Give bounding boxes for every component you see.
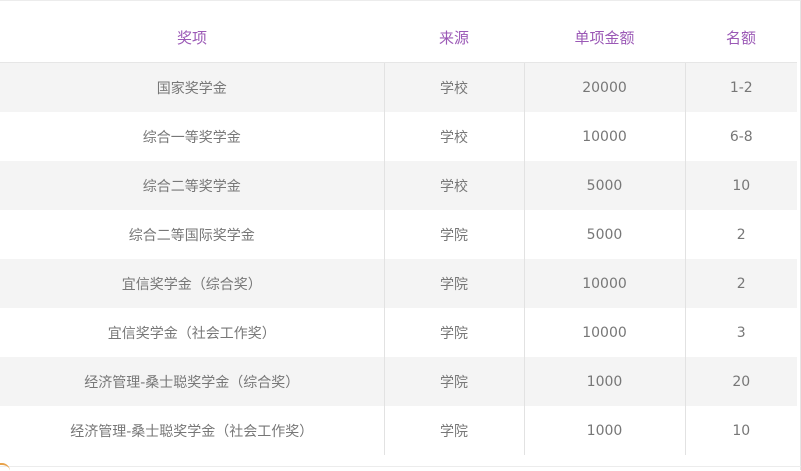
table-header: 奖项 来源 单项金额 名额 bbox=[0, 12, 797, 63]
amount-cell: 20000 bbox=[523, 62, 685, 112]
table-row: 宜信奖学金（社会工作奖） 学院 10000 3 bbox=[0, 308, 797, 357]
quota-cell: 20 bbox=[684, 357, 797, 406]
table-row: 综合一等奖学金 学校 10000 6-8 bbox=[0, 112, 797, 161]
quota-cell: 10 bbox=[684, 161, 797, 210]
amount-cell: 10000 bbox=[523, 259, 685, 308]
award-cell: 国家奖学金 bbox=[0, 62, 384, 112]
award-cell: 经济管理-桑士聪奖学金（社会工作奖） bbox=[0, 406, 384, 455]
amount-cell: 1000 bbox=[523, 406, 685, 455]
header-quota: 名额 bbox=[685, 12, 797, 63]
source-cell: 学院 bbox=[383, 259, 524, 308]
table-row: 经济管理-桑士聪奖学金（社会工作奖） 学院 1000 10 bbox=[0, 406, 797, 455]
award-cell: 宜信奖学金（社会工作奖） bbox=[0, 308, 384, 357]
scholarship-table: 奖项 来源 单项金额 名额 国家奖学金 学校 20000 1-2 综合一等奖学金… bbox=[0, 12, 797, 455]
award-cell: 综合二等国际奖学金 bbox=[0, 210, 384, 259]
award-cell: 宜信奖学金（综合奖） bbox=[0, 259, 384, 308]
quota-cell: 2 bbox=[684, 259, 797, 308]
table-container: 奖项 来源 单项金额 名额 国家奖学金 学校 20000 1-2 综合一等奖学金… bbox=[0, 0, 801, 470]
header-amount: 单项金额 bbox=[524, 12, 685, 63]
quota-cell: 6-8 bbox=[684, 112, 797, 161]
quota-cell: 2 bbox=[684, 210, 797, 259]
source-cell: 学院 bbox=[383, 406, 524, 455]
source-cell: 学院 bbox=[383, 308, 524, 357]
source-cell: 学院 bbox=[383, 210, 524, 259]
table-row: 经济管理-桑士聪奖学金（综合奖） 学院 1000 20 bbox=[0, 357, 797, 406]
table-body: 国家奖学金 学校 20000 1-2 综合一等奖学金 学校 10000 6-8 … bbox=[0, 62, 797, 455]
header-award: 奖项 bbox=[0, 12, 384, 63]
amount-cell: 1000 bbox=[523, 357, 685, 406]
source-cell: 学校 bbox=[383, 112, 524, 161]
quota-cell: 3 bbox=[684, 308, 797, 357]
award-cell: 综合二等奖学金 bbox=[0, 161, 384, 210]
award-cell: 综合一等奖学金 bbox=[0, 112, 384, 161]
table-row: 综合二等奖学金 学校 5000 10 bbox=[0, 161, 797, 210]
amount-cell: 10000 bbox=[523, 308, 685, 357]
amount-cell: 10000 bbox=[523, 112, 685, 161]
source-cell: 学院 bbox=[383, 357, 524, 406]
award-cell: 经济管理-桑士聪奖学金（综合奖） bbox=[0, 357, 384, 406]
source-cell: 学校 bbox=[383, 161, 524, 210]
table-row: 综合二等国际奖学金 学院 5000 2 bbox=[0, 210, 797, 259]
source-cell: 学校 bbox=[383, 62, 524, 112]
quota-cell: 1-2 bbox=[684, 62, 797, 112]
table-row: 宜信奖学金（综合奖） 学院 10000 2 bbox=[0, 259, 797, 308]
table-row: 国家奖学金 学校 20000 1-2 bbox=[0, 62, 797, 112]
quota-cell: 10 bbox=[684, 406, 797, 455]
amount-cell: 5000 bbox=[523, 210, 685, 259]
header-source: 来源 bbox=[384, 12, 524, 63]
amount-cell: 5000 bbox=[523, 161, 685, 210]
header-row: 奖项 来源 单项金额 名额 bbox=[0, 12, 797, 63]
bottom-divider bbox=[0, 466, 801, 467]
